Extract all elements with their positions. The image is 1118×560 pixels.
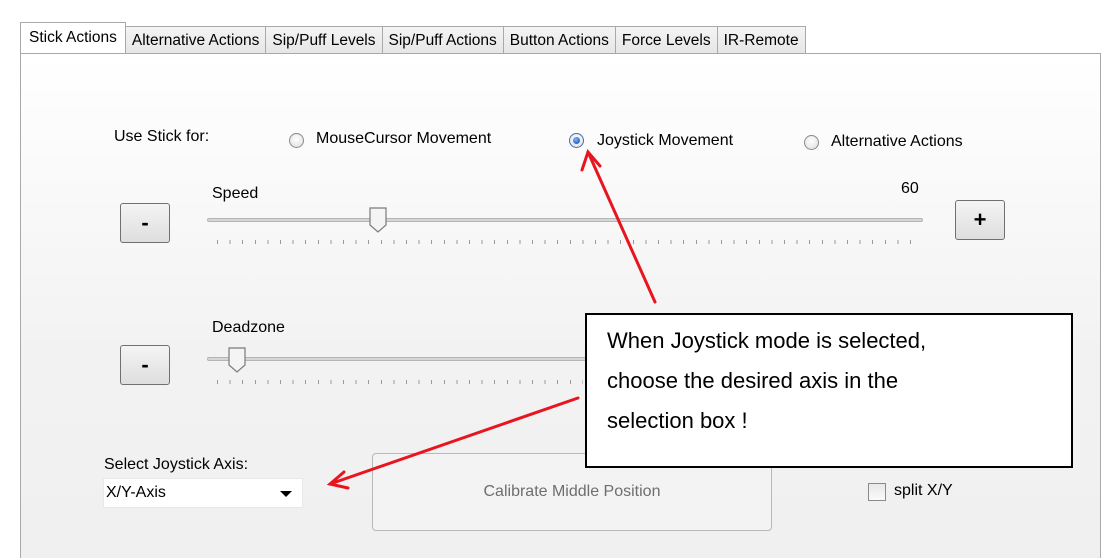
arrow-to-axis-select	[328, 396, 580, 486]
arrow-to-joystick-radio	[586, 150, 657, 304]
annotation-arrows	[326, 149, 657, 490]
